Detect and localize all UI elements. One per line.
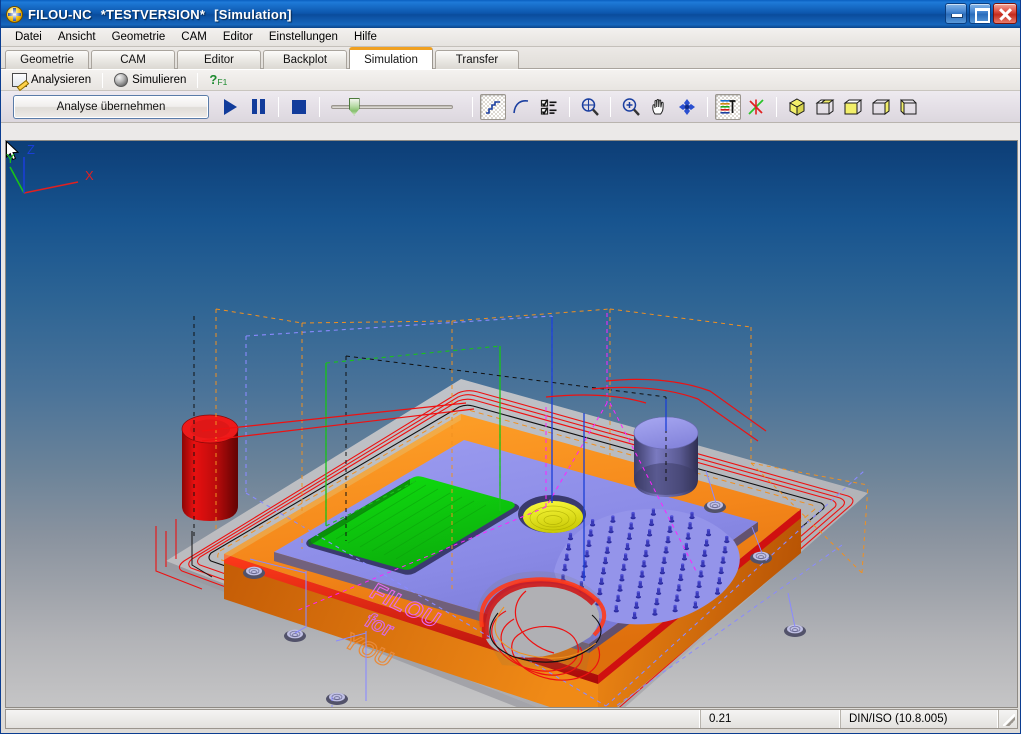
toolbar-separator bbox=[319, 97, 320, 117]
speed-slider-thumb[interactable] bbox=[349, 98, 360, 116]
apply-analysis-button[interactable]: Analyse übernehmen bbox=[13, 95, 209, 119]
simulation-toolbar: Analyse übernehmen bbox=[1, 91, 1020, 123]
menu-bar: Datei Ansicht Geometrie CAM Editor Einst… bbox=[1, 28, 1020, 47]
text-layers-icon[interactable] bbox=[715, 94, 741, 120]
tab-cam[interactable]: CAM bbox=[91, 50, 175, 69]
hide-axes-icon[interactable] bbox=[743, 94, 769, 120]
tab-geometrie[interactable]: Geometrie bbox=[5, 50, 89, 69]
app-name: FILOU-NC bbox=[28, 7, 92, 22]
window-title: FILOU-NC *TESTVERSION* [Simulation] bbox=[28, 7, 292, 22]
play-button[interactable] bbox=[217, 95, 243, 119]
rotate-3d-icon[interactable] bbox=[674, 94, 700, 120]
tab-transfer[interactable]: Transfer bbox=[435, 50, 519, 69]
speed-slider[interactable] bbox=[331, 95, 461, 119]
application-window: FILOU-NC *TESTVERSION* [Simulation] Datei … bbox=[0, 0, 1021, 734]
question-mark-icon: ?F1 bbox=[209, 73, 225, 88]
view-isometric-icon[interactable] bbox=[784, 94, 810, 120]
axis-gizmo: X Y Z bbox=[6, 141, 106, 203]
minimize-button[interactable] bbox=[945, 3, 967, 24]
stop-button[interactable] bbox=[286, 95, 312, 119]
sphere-icon bbox=[114, 73, 128, 87]
menu-cam[interactable]: CAM bbox=[173, 29, 215, 45]
toolbar-separator bbox=[472, 97, 473, 117]
toolbar-separator bbox=[197, 73, 198, 88]
status-bar: 0.21 DIN/ISO (10.8.005) bbox=[5, 709, 1018, 729]
y-axis-line bbox=[10, 167, 24, 193]
model-render: FILOU for YOU bbox=[6, 141, 1017, 707]
menu-geometrie[interactable]: Geometrie bbox=[104, 29, 174, 45]
play-icon bbox=[224, 99, 237, 115]
stop-icon bbox=[292, 100, 306, 114]
viewport-canvas[interactable]: FILOU for YOU bbox=[6, 141, 1017, 707]
pause-button[interactable] bbox=[245, 95, 271, 119]
tab-simulation[interactable]: Simulation bbox=[349, 47, 433, 69]
title-bar: FILOU-NC *TESTVERSION* [Simulation] bbox=[1, 0, 1020, 28]
toolbar-separator bbox=[610, 97, 611, 117]
y-axis-label: Y bbox=[6, 151, 15, 166]
menu-einstellungen[interactable]: Einstellungen bbox=[261, 29, 346, 45]
speed-slider-track[interactable] bbox=[331, 105, 453, 109]
view-front-icon[interactable] bbox=[840, 94, 866, 120]
mode-toolbar: Analysieren Simulieren ?F1 bbox=[1, 69, 1020, 91]
tab-backplot[interactable]: Backplot bbox=[263, 50, 347, 69]
toolbar-separator bbox=[102, 73, 103, 88]
analysieren-button[interactable]: Analysieren bbox=[7, 71, 96, 90]
main-tab-strip: Geometrie CAM Editor Backplot Simulation… bbox=[1, 47, 1020, 69]
toolbar-separator bbox=[776, 97, 777, 117]
document-title: [Simulation] bbox=[214, 7, 292, 22]
show-arc-moves-icon[interactable] bbox=[508, 94, 534, 120]
view-left-icon[interactable] bbox=[896, 94, 922, 120]
menu-hilfe[interactable]: Hilfe bbox=[346, 29, 385, 45]
status-postprocessor: DIN/ISO (10.8.005) bbox=[841, 710, 999, 728]
toolbar-separator bbox=[707, 97, 708, 117]
zoom-in-icon[interactable] bbox=[618, 94, 644, 120]
tool-cylinder bbox=[182, 415, 238, 521]
close-button[interactable] bbox=[993, 3, 1017, 24]
simulation-viewport[interactable]: FILOU for YOU bbox=[5, 140, 1018, 708]
hole bbox=[326, 693, 348, 705]
window-controls bbox=[945, 3, 1017, 24]
help-button[interactable]: ?F1 bbox=[204, 71, 230, 90]
simulieren-label: Simulieren bbox=[132, 74, 186, 86]
x-axis-line bbox=[24, 182, 78, 193]
version-tag: *TESTVERSION* bbox=[101, 7, 205, 22]
z-axis-label: Z bbox=[27, 142, 35, 157]
menu-datei[interactable]: Datei bbox=[7, 29, 50, 45]
resize-grip[interactable] bbox=[999, 710, 1017, 728]
toolbar-separator bbox=[569, 97, 570, 117]
menu-editor[interactable]: Editor bbox=[215, 29, 261, 45]
pan-hand-icon[interactable] bbox=[646, 94, 672, 120]
zoom-fit-icon[interactable] bbox=[577, 94, 603, 120]
status-value: 0.21 bbox=[701, 710, 841, 728]
toolbar-separator bbox=[278, 97, 279, 117]
help-shortcut-label: F1 bbox=[217, 77, 227, 87]
status-message bbox=[6, 710, 701, 728]
analysieren-label: Analysieren bbox=[31, 74, 91, 86]
view-top-icon[interactable] bbox=[812, 94, 838, 120]
x-axis-label: X bbox=[85, 168, 94, 183]
hole bbox=[284, 630, 306, 642]
analyse-document-icon bbox=[12, 73, 27, 87]
app-logo-icon bbox=[6, 6, 23, 23]
maximize-button[interactable] bbox=[969, 3, 991, 24]
tab-editor[interactable]: Editor bbox=[177, 50, 261, 69]
view-right-icon[interactable] bbox=[868, 94, 894, 120]
menu-ansicht[interactable]: Ansicht bbox=[50, 29, 104, 45]
simulieren-button[interactable]: Simulieren bbox=[109, 71, 191, 90]
toolpath-list-icon[interactable] bbox=[536, 94, 562, 120]
pause-icon bbox=[252, 99, 265, 114]
show-rapid-moves-icon[interactable] bbox=[480, 94, 506, 120]
